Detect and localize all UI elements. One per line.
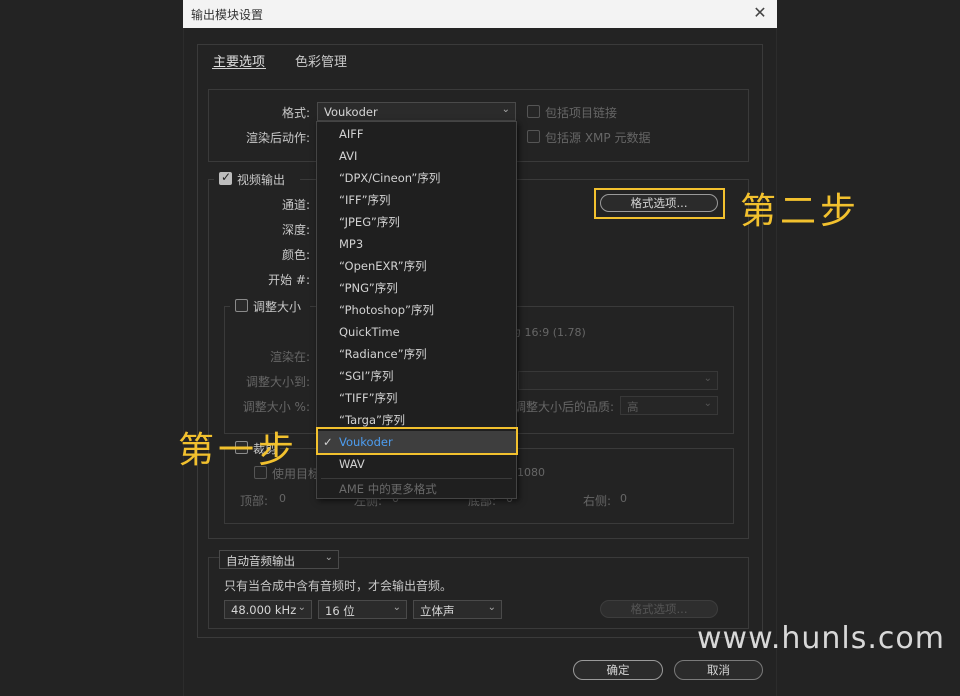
resize-quality-label: 调整大小后的品质: xyxy=(514,400,615,414)
crop-size-text: 1080 xyxy=(517,466,545,479)
crop-right-value[interactable]: 0 xyxy=(620,492,627,505)
color-label: 颜色: xyxy=(281,248,310,262)
resize-percent-label: 调整大小 %: xyxy=(242,400,310,414)
format-option[interactable]: “OpenEXR”序列 xyxy=(317,255,516,277)
resize-quality-value: 高 xyxy=(627,400,639,414)
format-select-value: Voukoder xyxy=(324,105,378,119)
format-option[interactable]: QuickTime xyxy=(317,321,516,343)
include-xmp-label: 包括源 XMP 元数据 xyxy=(545,131,651,145)
crop-top-value[interactable]: 0 xyxy=(279,492,286,505)
audio-channels-value: 立体声 xyxy=(420,604,455,618)
chevron-down-icon: ⌄ xyxy=(703,398,712,409)
video-output-checkbox[interactable] xyxy=(219,170,232,185)
resize-preset-select[interactable]: ⌄ xyxy=(518,371,718,390)
bit-depth-value: 16 位 xyxy=(325,604,355,618)
format-option[interactable]: AVI xyxy=(317,145,516,167)
format-label: 格式: xyxy=(281,106,310,120)
post-render-label: 渲染后动作: xyxy=(245,131,310,145)
chevron-down-icon: ⌄ xyxy=(392,602,401,613)
resize-to-label: 调整大小到: xyxy=(245,375,310,389)
title-bar: 输出模块设置 ✕ xyxy=(183,0,777,28)
chevron-down-icon: ⌄ xyxy=(324,552,333,563)
format-option[interactable]: WAV xyxy=(317,453,516,475)
format-option[interactable]: “Radiance”序列 xyxy=(317,343,516,365)
close-icon[interactable]: ✕ xyxy=(751,3,769,22)
format-option[interactable]: “SGI”序列 xyxy=(317,365,516,387)
cancel-button[interactable]: 取消 xyxy=(674,660,763,680)
active-tab-underline xyxy=(212,68,266,69)
ok-button[interactable]: 确定 xyxy=(573,660,663,680)
sample-rate-select[interactable]: 48.000 kHz ⌄ xyxy=(224,600,312,619)
resize-checkbox[interactable] xyxy=(235,299,248,312)
audio-format-options-button[interactable]: 格式选项... xyxy=(600,600,718,618)
channels-label: 通道: xyxy=(281,198,310,212)
render-at-label: 渲染在: xyxy=(269,350,310,364)
format-option[interactable]: “IFF”序列 xyxy=(317,189,516,211)
crop-right-label: 右侧: xyxy=(583,494,612,508)
audio-mode-select[interactable]: 自动音频输出 ⌄ xyxy=(219,550,339,569)
audio-note: 只有当合成中含有音频时，才会输出音频。 xyxy=(224,579,453,593)
more-formats-option[interactable]: AME 中的更多格式 xyxy=(317,478,516,500)
format-option[interactable]: “TIFF”序列 xyxy=(317,387,516,409)
step2-annotation: 第二步 xyxy=(740,191,861,232)
format-option[interactable]: “DPX/Cineon”序列 xyxy=(317,167,516,189)
resize-label: 调整大小 xyxy=(253,300,302,314)
crop-top-label: 顶部: xyxy=(240,494,269,508)
audio-channels-select[interactable]: 立体声 ⌄ xyxy=(413,600,502,619)
sample-rate-value: 48.000 kHz xyxy=(231,603,297,617)
format-option[interactable]: “JPEG”序列 xyxy=(317,211,516,233)
tab-color-management[interactable]: 色彩管理 xyxy=(295,51,347,70)
step1-annotation: 第一步 xyxy=(178,430,299,471)
format-option[interactable]: “Photoshop”序列 xyxy=(317,299,516,321)
step1-highlight-box xyxy=(316,427,518,455)
watermark: www.hunls.com xyxy=(697,621,946,656)
format-option[interactable]: AIFF xyxy=(317,123,516,145)
resize-quality-select[interactable]: 高 ⌄ xyxy=(620,396,718,415)
include-project-link-checkbox[interactable] xyxy=(527,105,540,118)
chevron-down-icon: ⌄ xyxy=(487,602,496,613)
aspect-ratio-text: 为 16:9 (1.78) xyxy=(510,326,586,339)
video-output-label: 视频输出 xyxy=(237,173,286,187)
audio-mode-value: 自动音频输出 xyxy=(226,554,295,568)
chevron-down-icon: ⌄ xyxy=(703,373,712,384)
format-option[interactable]: “PNG”序列 xyxy=(317,277,516,299)
window-title: 输出模块设置 xyxy=(191,8,264,22)
chevron-down-icon: ⌄ xyxy=(501,104,510,115)
start-label: 开始 #: xyxy=(268,273,310,287)
chevron-down-icon: ⌄ xyxy=(297,602,306,613)
depth-label: 深度: xyxy=(281,223,310,237)
format-select[interactable]: Voukoder ⌄ xyxy=(317,102,516,121)
bit-depth-select[interactable]: 16 位 ⌄ xyxy=(318,600,407,619)
format-option[interactable]: MP3 xyxy=(317,233,516,255)
include-xmp-checkbox[interactable] xyxy=(527,130,540,143)
include-project-link-label: 包括项目链接 xyxy=(545,106,618,120)
step2-highlight-box xyxy=(594,188,725,219)
